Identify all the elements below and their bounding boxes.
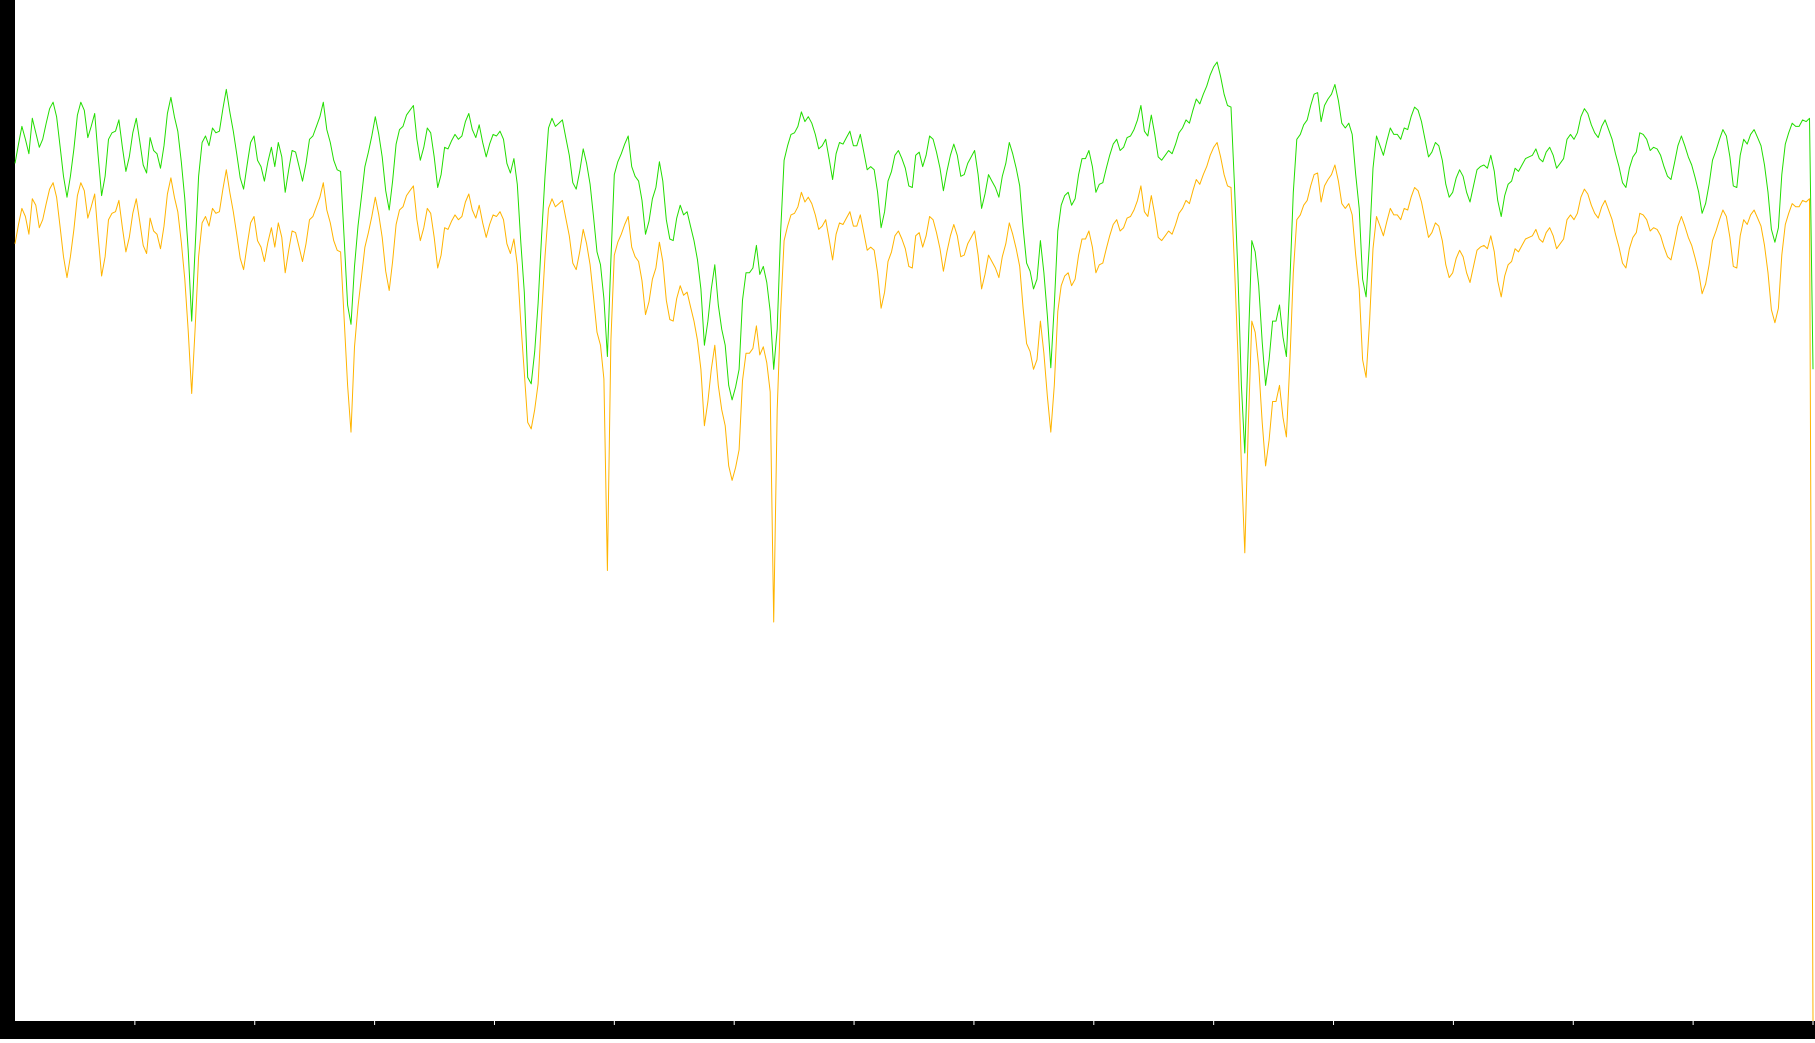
x-tick-label: 14:05	[600, 1027, 629, 1038]
x-tick-label: 14:08	[960, 1027, 989, 1038]
chart-container: 0 633 1266 1899 2533 3166 3799 4433 5066 5699 6333…	[0, 0, 1815, 1039]
y-tick-label: 6333	[3, 3, 14, 28]
x-tick-label: 14:12	[1439, 1027, 1468, 1038]
x-tick-label: 14:09	[1079, 1027, 1108, 1038]
y-tick-label: 5699	[3, 91, 14, 116]
x-tick-label: 14:10	[1199, 1027, 1228, 1038]
x-tick-label: 14:03	[360, 1027, 389, 1038]
y-tick-label: 3166	[3, 499, 14, 524]
y-tick-label: 633	[3, 910, 14, 929]
x-tick-label: 14:02	[240, 1027, 269, 1038]
x-tick-label: 14:01	[120, 1027, 149, 1038]
x-tick-label: 14:14	[1679, 1027, 1708, 1038]
x-tick-label: 14:11	[1319, 1027, 1348, 1038]
y-tick-label: 4433	[3, 295, 14, 320]
line-chart: 0 633 1266 1899 2533 3166 3799 4433 5066 5699 6333…	[0, 0, 1815, 1039]
y-tick-label: 0	[3, 1014, 14, 1020]
x-tick-label: 14:13	[1559, 1027, 1588, 1038]
y-tick-label: 3799	[3, 397, 14, 422]
x-tick-label: 14:06	[720, 1027, 749, 1038]
y-tick-label: 1899	[3, 703, 14, 728]
x-tick-label: 14:07	[840, 1027, 869, 1038]
y-tick-label: 5066	[3, 193, 14, 218]
x-tick-label: 14:04	[480, 1027, 509, 1038]
y-tick-label: 2533	[3, 601, 14, 626]
x-tick-label: 14:15	[1784, 1027, 1813, 1038]
y-tick-label: 1266	[3, 804, 14, 829]
plot-background	[0, 0, 1815, 1039]
x-axis-band	[0, 1021, 1815, 1039]
